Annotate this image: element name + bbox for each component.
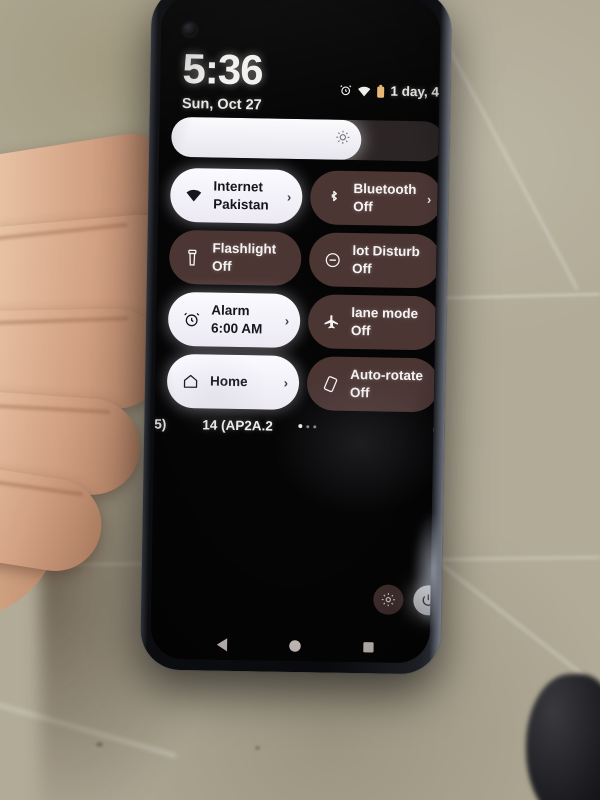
phone-device: 5:36 Sun, Oct 27 1 day, 4 Internet Pakis…	[140, 0, 452, 675]
tile-subtitle: Off	[349, 384, 370, 401]
quick-settings-panel: 5:36 Sun, Oct 27 1 day, 4 Internet Pakis…	[150, 0, 441, 663]
tile-subtitle: Off	[351, 260, 372, 277]
page-indicator[interactable]	[298, 424, 317, 429]
recents-square-icon[interactable]	[362, 641, 374, 653]
page-dot-active	[298, 424, 303, 429]
clock-time: 5:36	[182, 44, 264, 94]
home-icon	[179, 373, 201, 389]
floor-speck	[255, 746, 260, 750]
chevron-right-icon[interactable]: ›	[427, 192, 432, 207]
tile-alarm[interactable]: Alarm 6:00 AM ›	[167, 291, 301, 349]
photo-scene: 5:36 Sun, Oct 27 1 day, 4 Internet Pakis…	[0, 0, 600, 800]
alarm-clock-icon	[180, 310, 202, 327]
panel-footer: 5) 14 (AP2A.2	[150, 409, 441, 443]
tile-subtitle: Off	[350, 322, 371, 339]
wifi-icon	[182, 188, 204, 202]
tile-title: Alarm	[211, 302, 250, 319]
tile-title: lot Disturb	[352, 242, 421, 260]
tile-title: Bluetooth	[353, 180, 417, 198]
front-camera	[183, 22, 197, 37]
wifi-icon	[357, 85, 371, 97]
tile-home[interactable]: Home ›	[166, 353, 300, 411]
chevron-right-icon[interactable]: ›	[285, 313, 290, 328]
tile-title: Home	[209, 373, 248, 390]
tile-label-group: lot Disturb Off	[352, 242, 420, 279]
bluetooth-icon	[322, 189, 344, 206]
tile-label-group: Home	[210, 373, 248, 392]
tile-internet[interactable]: Internet Pakistan ›	[169, 167, 303, 225]
minus-circle-icon	[321, 251, 343, 268]
battery-icon	[376, 84, 385, 98]
chevron-right-icon[interactable]: ›	[284, 375, 289, 390]
navigation-bar	[150, 623, 441, 663]
flashlight-icon	[181, 248, 203, 266]
tile-label-group: lane mode Off	[351, 304, 418, 341]
brightness-slider[interactable]	[171, 116, 441, 162]
airplane-icon	[320, 313, 342, 330]
tile-title: Auto-rotate	[350, 366, 424, 384]
clock-block: 5:36 Sun, Oct 27	[181, 44, 264, 114]
phone-screen[interactable]: 5:36 Sun, Oct 27 1 day, 4 Internet Pakis…	[150, 0, 441, 664]
rotate-icon	[319, 375, 341, 392]
tile-title: Flashlight	[212, 240, 277, 257]
tile-subtitle: 6:00 AM	[210, 320, 263, 337]
gear-icon[interactable]	[373, 584, 404, 615]
tile-subtitle: Pakistan	[213, 196, 269, 213]
brightness-icon	[336, 130, 351, 150]
tile-label-group: Internet Pakistan	[213, 178, 269, 215]
tile-label-group: Bluetooth Off	[353, 180, 417, 217]
tile-label-group: Alarm 6:00 AM	[211, 302, 263, 339]
tile-subtitle: Off	[211, 258, 232, 274]
phone-edge-highlight	[410, 510, 439, 631]
tile-label-group: Auto-rotate Off	[350, 366, 423, 403]
tile-subtitle: Off	[353, 198, 373, 215]
alarm-icon	[339, 84, 352, 97]
tile-title: lane mode	[351, 304, 419, 322]
tile-do-not-disturb[interactable]: lot Disturb Off	[308, 232, 441, 289]
clock-date: Sun, Oct 27	[181, 95, 262, 114]
footer-build-fragment: 14 (AP2A.2	[202, 416, 274, 434]
tile-auto-rotate[interactable]: Auto-rotate Off	[306, 356, 440, 413]
tile-airplane-mode[interactable]: lane mode Off	[307, 294, 441, 351]
battery-estimate-label: 1 day, 4 hr	[390, 83, 441, 100]
page-dot	[313, 424, 317, 428]
footer-left-fragment: 5)	[154, 416, 167, 432]
tile-flashlight[interactable]: Flashlight Off	[168, 229, 302, 287]
brightness-slider-fill	[171, 116, 363, 161]
tile-label-group: Flashlight Off	[212, 240, 276, 277]
page-dot	[306, 424, 310, 428]
home-circle-icon[interactable]	[288, 639, 301, 652]
chevron-right-icon[interactable]: ›	[287, 189, 292, 204]
tile-title: Internet	[213, 178, 264, 195]
quick-settings-tiles: Internet Pakistan › Bluetooth Off › Flas…	[166, 167, 441, 413]
back-triangle-icon[interactable]	[214, 637, 228, 652]
status-bar: 1 day, 4 hr	[339, 83, 441, 100]
tile-bluetooth[interactable]: Bluetooth Off ›	[309, 170, 441, 227]
